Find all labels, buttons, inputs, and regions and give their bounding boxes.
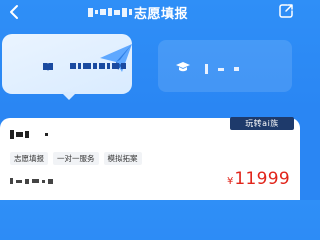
card-pointer: [61, 92, 77, 100]
title-redacted: [88, 7, 132, 17]
back-button[interactable]: [6, 2, 24, 22]
product-name-redacted: [10, 130, 48, 139]
service-tags: 志愿填报 一对一服务 模拟拓案: [10, 152, 142, 165]
share-button[interactable]: [278, 3, 294, 19]
price-currency: ¥: [227, 176, 234, 187]
title-area: 志愿填报: [88, 3, 189, 22]
page-title: 志愿填报: [134, 6, 189, 22]
option-label-redacted: [70, 63, 126, 71]
tag-item: 志愿填报: [10, 152, 48, 165]
chevron-left-icon: [10, 5, 18, 19]
book-icon: [43, 63, 53, 71]
option-label-redacted: [205, 64, 239, 74]
graduation-cap-icon: [176, 62, 190, 72]
price: ¥ 11999: [227, 169, 290, 189]
share-icon: [279, 4, 293, 18]
top-bar: 志愿填报: [0, 0, 300, 26]
tag-item: 模拟拓案: [103, 152, 142, 165]
status-badge: 玩转ai族: [230, 117, 294, 130]
paper-plane-icon: [100, 44, 132, 72]
description-redacted: [10, 178, 53, 184]
price-value: 11999: [234, 169, 290, 189]
tag-item: 一对一服务: [53, 152, 99, 165]
